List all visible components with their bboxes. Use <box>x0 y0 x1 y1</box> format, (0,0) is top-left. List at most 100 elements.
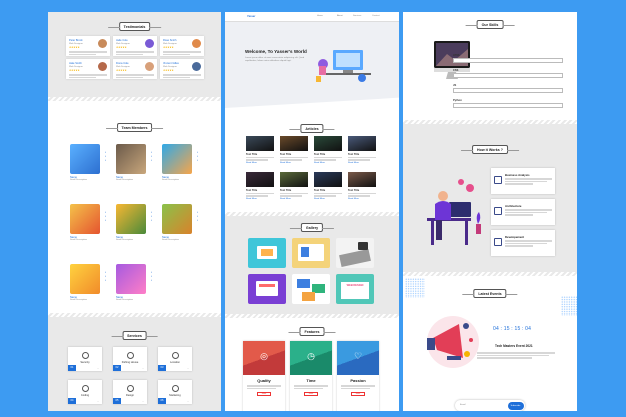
team-member-photo <box>70 144 100 174</box>
read-more-link[interactable]: Read More <box>314 198 342 201</box>
read-more-link[interactable]: Read More <box>280 198 308 201</box>
service-number: 02 <box>113 365 121 371</box>
avatar <box>98 39 107 48</box>
read-more-link[interactable]: Read More <box>348 162 376 165</box>
skill-row: CSS <box>453 69 563 79</box>
team-member-card[interactable]: Name Small Description • • • <box>70 264 106 302</box>
text-line <box>163 76 190 79</box>
team-member-card[interactable]: Name Small Description • • • <box>116 264 152 302</box>
service-card[interactable]: Coding 04 → <box>68 380 102 404</box>
clock-icon: ◷ <box>307 351 315 361</box>
nav-link-contact[interactable]: Contact <box>372 15 380 18</box>
nav-link-services[interactable]: Services <box>353 15 361 18</box>
feature-banner: ♡ <box>337 341 379 375</box>
gallery-section: Gallery WEB DESIGN <box>225 216 399 314</box>
service-card[interactable]: Fishing House 02 → <box>113 347 147 371</box>
article-card[interactable]: Test Title Read More <box>246 136 274 164</box>
team-member-card[interactable]: Name Small Description • • • <box>70 144 106 182</box>
team-member-role: Small Description <box>116 179 134 182</box>
services-heading: Services <box>111 331 158 340</box>
text-line <box>294 385 328 387</box>
event-description <box>477 351 555 360</box>
services-section: Services Security 01 → Fishing House 02 → Loca… <box>48 317 221 411</box>
team-member-role: Small Description <box>162 239 180 242</box>
skill-progress-bar <box>453 103 563 109</box>
article-card[interactable]: Test Title Read More <box>314 172 342 200</box>
article-title: Test Title <box>246 188 258 192</box>
subscribe-button[interactable]: Subscribe <box>507 401 524 410</box>
rating-stars: ★★★★★ <box>163 46 174 49</box>
gallery-image-2[interactable] <box>292 238 330 268</box>
text-line <box>505 214 534 216</box>
feature-text <box>341 385 375 390</box>
service-card[interactable]: Location 03 → <box>158 347 192 371</box>
article-title: Test Title <box>348 188 360 192</box>
features-heading: Features <box>288 327 336 336</box>
testimonials-heading: Testimonials <box>107 22 161 31</box>
read-more-link[interactable]: Read More <box>314 162 342 165</box>
gallery-image-5[interactable] <box>292 274 330 304</box>
article-card[interactable]: Test Title Read More <box>314 136 342 164</box>
text-line <box>163 74 201 76</box>
subscribe-email-input[interactable]: Email <box>460 404 465 407</box>
team-member-card[interactable]: Name Small Description • • • <box>70 204 106 242</box>
feature-more-button[interactable]: More <box>304 392 318 397</box>
hero-text: Lorem ipsum dolor sit amet consectetur a… <box>245 57 305 62</box>
article-text-line <box>280 159 303 161</box>
text-line <box>116 74 154 76</box>
article-image <box>348 136 376 151</box>
feature-more-button[interactable]: More <box>257 392 271 397</box>
service-card[interactable]: Design 05 → <box>113 380 147 404</box>
service-card[interactable]: Marketing 06 → <box>158 380 192 404</box>
team-member-photo <box>116 264 146 294</box>
gallery-image-4[interactable] <box>248 274 286 304</box>
service-label: Fishing House <box>121 361 139 364</box>
article-card[interactable]: Test Title Read More <box>280 136 308 164</box>
article-title: Test Title <box>280 152 292 156</box>
team-member-role: Small Description <box>116 239 134 242</box>
testimonial-text <box>116 50 154 56</box>
read-more-link[interactable]: Read More <box>280 162 308 165</box>
team-member-role: Small Description <box>70 299 88 302</box>
article-text-line <box>314 156 342 159</box>
arrow-icon: → <box>186 366 189 370</box>
arrow-icon: → <box>96 399 99 403</box>
team-member-card[interactable]: Name Small Description • • • <box>162 204 198 242</box>
nav-link-about[interactable]: About <box>337 15 343 18</box>
article-card[interactable]: Test Title Read More <box>348 136 376 164</box>
gallery-image-3[interactable] <box>336 238 374 268</box>
service-label: Design <box>125 394 135 397</box>
nav-link-home[interactable]: Home <box>317 15 323 18</box>
rating-stars: ★★★★★ <box>116 69 127 72</box>
text-line <box>341 385 375 387</box>
team-member-card[interactable]: Name Small Description • • • <box>116 204 152 242</box>
article-text-line <box>348 156 376 159</box>
avatar <box>98 62 107 71</box>
team-member-photo <box>116 204 146 234</box>
read-more-link[interactable]: Read More <box>348 198 376 201</box>
article-card[interactable]: Test Title Read More <box>280 172 308 200</box>
service-number: 06 <box>158 398 166 404</box>
gallery-image-6[interactable]: WEB DESIGN <box>336 274 374 304</box>
article-card[interactable]: Test Title Read More <box>348 172 376 200</box>
nav-brand[interactable]: Yasser <box>247 15 255 18</box>
avatar <box>192 62 201 71</box>
team-member-card[interactable]: Name Small Description • • • <box>116 144 152 182</box>
service-card[interactable]: Security 01 → <box>68 347 102 371</box>
step-text <box>505 239 552 248</box>
article-text-line <box>314 195 337 197</box>
text-line <box>505 245 534 247</box>
text-line <box>505 242 548 245</box>
skill-row: HTML <box>453 54 563 64</box>
service-label: Marketing <box>169 394 181 397</box>
social-links: • • • <box>104 210 106 222</box>
section-divider <box>48 97 221 101</box>
article-card[interactable]: Test Title Read More <box>246 172 274 200</box>
team-member-card[interactable]: Name Small Description • • • <box>162 144 198 182</box>
article-text-line <box>348 159 371 161</box>
read-more-link[interactable]: Read More <box>246 198 274 201</box>
feature-more-button[interactable]: More <box>351 392 365 397</box>
read-more-link[interactable]: Read More <box>246 162 274 165</box>
text-line <box>341 387 370 390</box>
gallery-image-1[interactable] <box>248 238 286 268</box>
